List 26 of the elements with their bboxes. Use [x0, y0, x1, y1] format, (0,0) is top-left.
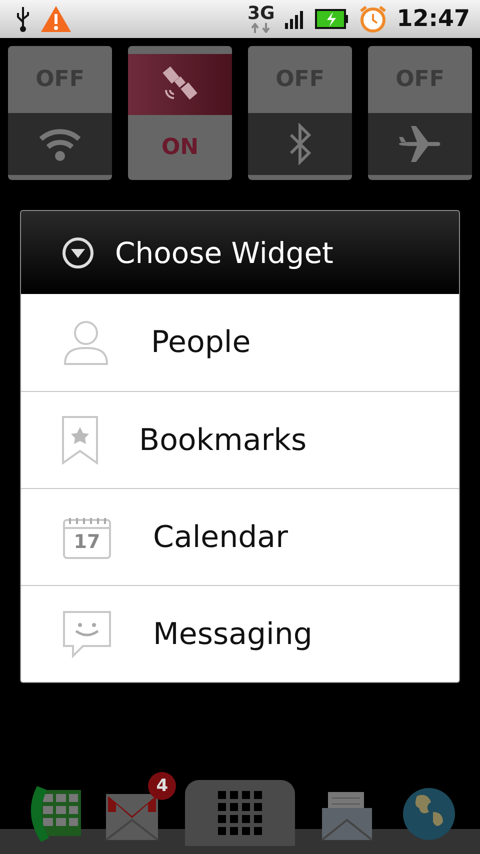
alarm-clock-icon	[358, 5, 387, 33]
airplane-icon	[397, 124, 443, 164]
widget-option[interactable]: 17 Calendar	[21, 488, 459, 585]
unread-count-badge: 4	[148, 772, 176, 800]
widget-option[interactable]: People	[21, 294, 459, 391]
toggle-state: ON	[161, 134, 199, 160]
widget-name: Messaging	[153, 616, 312, 652]
widget-name: Calendar	[153, 520, 288, 554]
grid-icon	[218, 791, 262, 835]
battery-icon	[314, 9, 349, 29]
speech-bubble-icon	[61, 609, 113, 659]
data-arrows-icon	[250, 23, 272, 33]
network-type: 3G	[247, 5, 275, 23]
dialog-title: Choose Widget	[115, 236, 334, 270]
dropdown-icon	[61, 236, 95, 270]
warning-icon	[40, 5, 72, 33]
widget-option[interactable]: Messaging	[21, 585, 459, 682]
signal-icon	[284, 9, 305, 29]
bluetooth-icon	[288, 123, 312, 165]
bookmark-icon	[61, 415, 99, 465]
widget-name: People	[151, 325, 251, 360]
widget-name: Bookmarks	[139, 422, 307, 458]
widget-option[interactable]: Bookmarks	[21, 391, 459, 488]
usb-icon	[16, 6, 30, 32]
clock-time: 12:47	[396, 6, 470, 32]
wifi-icon	[38, 126, 82, 162]
